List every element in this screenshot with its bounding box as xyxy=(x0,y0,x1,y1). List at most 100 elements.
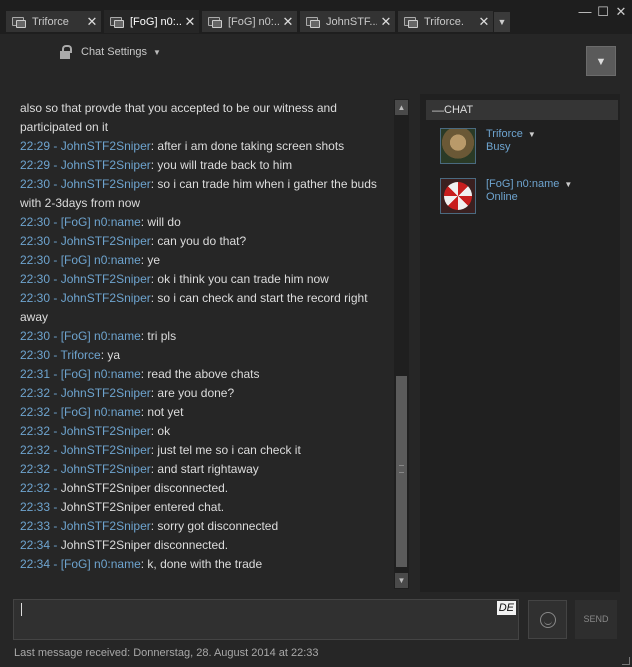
message-separator: - xyxy=(50,329,61,343)
chat-message: 22:32 - [FoG] n0:name: not yet xyxy=(14,403,394,422)
message-text: : ok xyxy=(150,424,171,438)
chat-message: also so that provde that you accepted to… xyxy=(14,99,394,137)
friend-status: Online xyxy=(486,191,518,203)
message-text: : tri pls xyxy=(140,329,177,343)
tab-label: JohnSTF... xyxy=(326,15,377,28)
chat-message: 22:30 - JohnSTF2Sniper: can you do that? xyxy=(14,232,394,251)
options-dropdown-button[interactable]: ▼ xyxy=(586,46,616,76)
message-text: : ye xyxy=(140,253,161,267)
message-separator: - xyxy=(50,443,61,457)
chat-message: 22:33 - JohnSTF2Sniper: sorry got discon… xyxy=(14,517,394,536)
send-button[interactable]: SEND xyxy=(575,600,617,639)
chevron-down-icon: ▼ xyxy=(153,47,161,57)
smiley-icon xyxy=(540,612,556,628)
tab-fog-2[interactable]: [FoG] n0:... ✕ xyxy=(202,11,297,32)
message-text: JohnSTF2Sniper entered chat. xyxy=(60,500,225,514)
window-close-button[interactable]: ✕ xyxy=(612,4,630,20)
message-separator: - xyxy=(50,481,61,495)
message-timestamp: 22:30 xyxy=(20,253,51,267)
message-text: : you will trade back to him xyxy=(150,158,293,172)
chat-message: 22:32 - JohnSTF2Sniper disconnected. xyxy=(14,479,394,498)
message-timestamp: 22:29 xyxy=(20,158,51,172)
tab-fog-1[interactable]: [FoG] n0:... ✕ xyxy=(104,10,199,33)
tab-triforce-1[interactable]: Triforce ✕ xyxy=(6,11,101,32)
chat-log[interactable]: also so that provde that you accepted to… xyxy=(14,99,394,589)
chat-message: 22:30 - JohnSTF2Sniper: so i can trade h… xyxy=(14,175,394,213)
message-separator: - xyxy=(50,405,61,419)
message-sender: JohnSTF2Sniper xyxy=(60,234,151,248)
message-sender: JohnSTF2Sniper xyxy=(60,139,151,153)
close-icon[interactable]: ✕ xyxy=(181,14,199,30)
last-message-status: Last message received: Donnerstag, 28. A… xyxy=(14,647,319,659)
message-text: : sorry got disconnected xyxy=(150,519,279,533)
close-icon[interactable]: ✕ xyxy=(475,14,493,30)
grip-icon xyxy=(399,465,404,473)
message-text: : ok i think you can trade him now xyxy=(150,272,329,286)
language-indicator: DE xyxy=(496,601,516,615)
collapse-icon: — xyxy=(432,103,444,117)
chat-section-header[interactable]: — CHAT xyxy=(426,100,618,120)
message-separator: - xyxy=(50,139,61,153)
message-timestamp: 22:32 xyxy=(20,462,51,476)
message-separator: - xyxy=(50,519,61,533)
scroll-thumb[interactable] xyxy=(396,376,407,567)
friend-item[interactable]: Triforce ▼ Busy xyxy=(440,128,610,168)
message-separator: - xyxy=(50,158,61,172)
tab-label: Triforce xyxy=(32,15,69,28)
message-text: : and start rightaway xyxy=(150,462,259,476)
resize-grip-icon[interactable] xyxy=(622,657,630,665)
chat-message: 22:32 - JohnSTF2Sniper: ok xyxy=(14,422,394,441)
message-timestamp: 22:30 xyxy=(20,272,51,286)
message-sender: [FoG] n0:name xyxy=(60,367,141,381)
close-icon[interactable]: ✕ xyxy=(83,14,101,30)
friend-name-row: Triforce ▼ xyxy=(486,128,536,141)
message-timestamp: 22:30 xyxy=(20,291,51,305)
message-text: : after i am done taking screen shots xyxy=(150,139,345,153)
chevron-down-icon[interactable]: ▼ xyxy=(564,180,572,189)
tab-overflow-button[interactable]: ▼ xyxy=(494,12,510,32)
chat-message: 22:32 - JohnSTF2Sniper: just tel me so i… xyxy=(14,441,394,460)
chat-message: 22:30 - [FoG] n0:name: will do xyxy=(14,213,394,232)
friend-name-row: [FoG] n0:name ▼ xyxy=(486,178,572,191)
chat-icon xyxy=(306,16,320,28)
chat-message: 22:29 - JohnSTF2Sniper: you will trade b… xyxy=(14,156,394,175)
message-timestamp: 22:30 xyxy=(20,348,51,362)
message-timestamp: 22:32 xyxy=(20,386,51,400)
umbrella-logo-icon xyxy=(444,182,472,210)
chevron-down-icon[interactable]: ▼ xyxy=(528,130,536,139)
tab-triforce-2[interactable]: Triforce. ✕ xyxy=(398,11,493,32)
avatar xyxy=(440,178,476,214)
minimize-button[interactable]: — xyxy=(576,4,594,19)
close-icon[interactable]: ✕ xyxy=(377,14,395,30)
message-separator: - xyxy=(50,500,61,514)
message-separator: - xyxy=(50,348,61,362)
scroll-up-button[interactable]: ▲ xyxy=(395,100,408,115)
message-separator: - xyxy=(50,538,61,552)
message-text: JohnSTF2Sniper disconnected. xyxy=(60,481,229,495)
chat-message: 22:30 - JohnSTF2Sniper: so i can check a… xyxy=(14,289,394,327)
maximize-button[interactable]: ☐ xyxy=(594,4,612,20)
scroll-down-button[interactable]: ▼ xyxy=(395,573,408,588)
chat-icon xyxy=(208,16,222,28)
emoticon-button[interactable] xyxy=(528,600,567,639)
avatar xyxy=(440,128,476,164)
chat-settings-menu[interactable]: Chat Settings ▼ xyxy=(60,42,161,62)
message-sender: JohnSTF2Sniper xyxy=(60,158,151,172)
friend-name: Triforce xyxy=(486,128,523,140)
tab-johnstf[interactable]: JohnSTF... ✕ xyxy=(300,11,395,32)
close-icon[interactable]: ✕ xyxy=(279,14,297,30)
message-text: : just tel me so i can check it xyxy=(150,443,301,457)
friend-item[interactable]: [FoG] n0:name ▼ Online xyxy=(440,178,610,218)
tab-label: [FoG] n0:... xyxy=(130,15,181,28)
message-timestamp: 22:32 xyxy=(20,405,51,419)
message-separator: - xyxy=(50,234,61,248)
message-separator: - xyxy=(50,424,61,438)
chat-scrollbar[interactable]: ▲ ▼ xyxy=(394,99,409,589)
message-separator: - xyxy=(50,291,61,305)
message-text: also so that provde that you accepted to… xyxy=(20,101,337,134)
chat-icon xyxy=(110,16,124,28)
message-sender: JohnSTF2Sniper xyxy=(60,291,151,305)
message-input[interactable]: DE xyxy=(13,599,519,640)
chat-message: 22:29 - JohnSTF2Sniper: after i am done … xyxy=(14,137,394,156)
message-text: JohnSTF2Sniper disconnected. xyxy=(60,538,229,552)
